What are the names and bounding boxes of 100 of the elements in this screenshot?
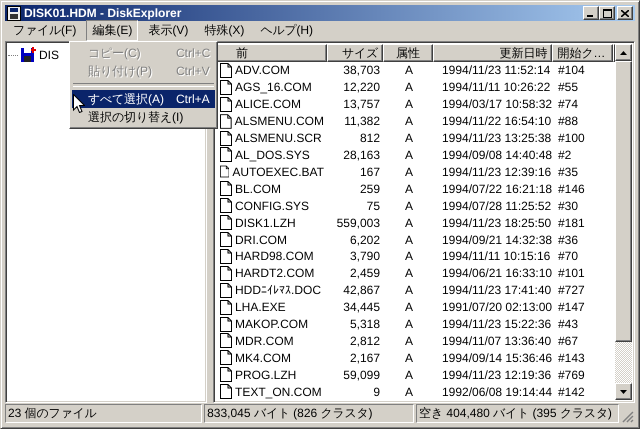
table-cell-text: #181	[557, 216, 586, 230]
table-cell-text: A	[404, 63, 414, 78]
menu-item[interactable]: 編集(E)	[86, 20, 138, 41]
column-header[interactable]: 前	[216, 44, 328, 62]
table-cell-text: 75	[366, 198, 381, 213]
file-name[interactable]: HARD98.COM	[235, 249, 314, 264]
table-cell-text: A	[404, 80, 414, 94]
table-cell-text: 167	[358, 164, 381, 179]
file-name[interactable]: CONFIG.SYS	[235, 198, 310, 213]
table-cell-text: 1994/09/21 14:32:38	[441, 232, 554, 247]
table-cell-text: 2,459	[348, 266, 381, 280]
menu-option[interactable]: すべて選択(A) Ctrl+A	[72, 90, 215, 108]
table-cell-text: 1992/06/08 19:14:44	[441, 384, 554, 399]
table-cell-text: A	[404, 384, 414, 399]
table-cell-text: 1994/11/23 13:25:38	[441, 131, 552, 146]
tree-item[interactable]: DIS	[38, 48, 60, 62]
table-cell-text: 42,867	[342, 283, 381, 298]
table-cell-text: 1994/06/21 16:33:10	[441, 266, 554, 280]
table-cell-text: #104	[557, 63, 586, 78]
table-cell-text: A	[404, 198, 414, 213]
table-cell-text: #55	[557, 80, 580, 94]
table-cell-text: 559,003	[336, 216, 381, 230]
file-name[interactable]: MDR.COM	[235, 334, 294, 348]
table-cell-text: A	[404, 317, 414, 332]
table-cell-text: #101	[557, 266, 586, 280]
table-cell-text: 6,202	[348, 232, 381, 247]
table-cell-text: 2,812	[348, 334, 381, 348]
file-name[interactable]: BL.COM	[235, 182, 282, 196]
menu-item[interactable]: 表示(V)	[142, 20, 194, 41]
table-cell-text: 1994/11/23 11:52:14	[441, 63, 552, 78]
menu-item[interactable]: ファイル(F)	[7, 20, 82, 41]
table-cell-text: A	[404, 114, 414, 128]
table-cell-text: A	[404, 182, 414, 196]
table-cell-text: 12,220	[342, 80, 381, 94]
table-cell-text: 3,790	[348, 249, 381, 264]
table-cell-text: 28,163	[342, 148, 381, 162]
file-name[interactable]: ALSMENU.SCR	[235, 131, 322, 146]
file-name[interactable]: AL_DOS.SYS	[235, 148, 310, 162]
menu-option[interactable]: 選択の切り替え(I)	[72, 108, 215, 126]
column-header[interactable]: サイズ	[327, 44, 384, 62]
table-cell-text: 1994/07/28 11:25:52	[441, 198, 552, 213]
table-cell-text: 1994/11/07 13:36:40	[441, 334, 552, 348]
table-cell-text: #143	[557, 350, 586, 365]
table-cell-text: 1994/11/23 18:25:50	[441, 216, 552, 230]
table-cell-text: #67	[557, 334, 580, 348]
table-cell-text: 38,703	[342, 63, 381, 78]
file-name[interactable]: ALSMENU.COM	[234, 114, 324, 128]
table-cell-text: #769	[557, 368, 586, 382]
file-name[interactable]: PROG.LZH	[235, 368, 296, 382]
table-cell-text: 1994/11/11 10:26:22	[441, 80, 552, 94]
table-cell-text: A	[404, 97, 414, 112]
table-cell-text: 1994/11/23 15:22:36	[441, 317, 552, 332]
menu-item[interactable]: 特殊(X)	[198, 20, 250, 41]
table-cell-text: A	[404, 266, 414, 280]
table-cell-text: #30	[557, 198, 580, 213]
table-cell-text: A	[404, 249, 414, 264]
file-name[interactable]: DISK1.LZH	[235, 216, 296, 230]
table-cell-text: 1991/07/20 02:13:00	[441, 300, 554, 314]
file-name[interactable]: DRI.COM	[235, 232, 287, 247]
column-header[interactable]: 開始ク…	[552, 44, 613, 62]
file-name[interactable]: LHA.EXE	[235, 300, 286, 314]
file-name[interactable]: ALICE.COM	[235, 97, 302, 112]
table-cell-text: #727	[557, 283, 586, 298]
table-cell-text: 13,757	[342, 97, 381, 112]
table-cell-text: #43	[557, 317, 580, 332]
table-cell-text: A	[404, 368, 414, 382]
column-header[interactable]: 更新日時	[432, 44, 552, 62]
window-title: DISK01.HDM - DiskExplorer	[24, 6, 182, 20]
table-cell-text: 9	[372, 384, 381, 399]
file-name[interactable]: TEXT_ON.COM	[235, 384, 322, 399]
file-name[interactable]: HDDﾆｲﾚﾏｽ.DOC	[235, 283, 321, 298]
table-cell-text: 1994/09/08 14:40:48	[441, 148, 554, 162]
table-cell-text: #142	[557, 384, 586, 399]
table-cell-text: #36	[557, 232, 580, 247]
file-name[interactable]: AGS_16.COM	[235, 80, 312, 94]
table-cell-text: #88	[557, 114, 580, 128]
file-name[interactable]: ADV.COM	[235, 63, 290, 78]
table-cell-text: #70	[557, 249, 580, 264]
file-name[interactable]: AUTOEXEC.BAT	[232, 164, 324, 179]
table-cell-text: 1994/11/23 17:41:40	[441, 283, 552, 298]
file-name[interactable]: MK4.COM	[235, 350, 292, 365]
table-cell-text: 1994/03/17 10:58:32	[441, 97, 554, 112]
menu-item[interactable]: ヘルプ(H)	[254, 20, 319, 41]
table-cell-text: 812	[358, 131, 381, 146]
file-name[interactable]: MAKOP.COM	[235, 317, 308, 332]
table-cell-text: 1994/11/23 12:19:36	[441, 368, 552, 382]
status-text: 833,045 バイト (826 クラスタ)	[204, 404, 414, 423]
table-cell-text: 1994/11/23 12:39:16	[441, 164, 552, 179]
table-cell-text: #74	[557, 97, 580, 112]
table-cell-text: A	[404, 216, 414, 230]
table-cell-text: A	[404, 131, 414, 146]
column-header[interactable]: 属性	[383, 44, 433, 62]
file-name[interactable]: HARDT2.COM	[235, 266, 314, 280]
table-cell-text: 259	[358, 182, 381, 196]
status-text: 23 個のファイル	[5, 404, 202, 423]
table-cell-text: A	[404, 300, 414, 314]
table-cell-text: 59,099	[342, 368, 381, 382]
table-cell-text: #35	[557, 164, 580, 179]
table-cell-text: 1994/11/22 16:54:10	[441, 114, 552, 128]
table-cell-text: A	[404, 283, 414, 298]
